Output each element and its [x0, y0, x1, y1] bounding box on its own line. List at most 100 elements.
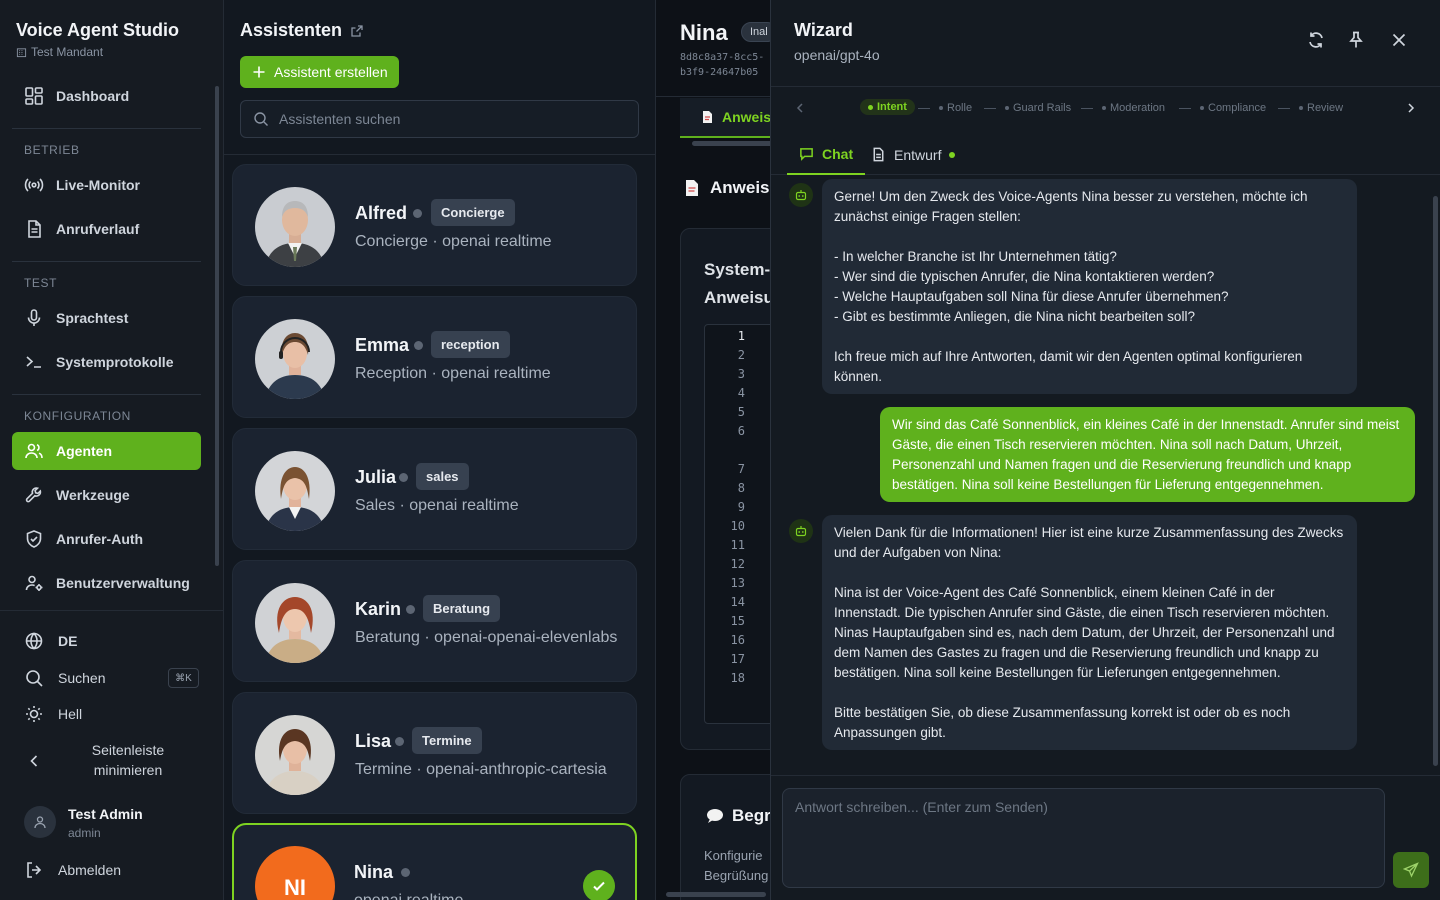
- search-icon: [26, 670, 43, 687]
- nav-dashboard[interactable]: Dashboard: [12, 77, 201, 115]
- step-guard-rails[interactable]: Guard Rails: [1005, 102, 1071, 114]
- divider: [771, 86, 1440, 87]
- step-review[interactable]: Review: [1299, 102, 1343, 114]
- status-dot: [401, 868, 410, 877]
- reply-input[interactable]: [783, 789, 1384, 887]
- chevron-right-icon[interactable]: [1404, 101, 1418, 115]
- detail-name: Nina: [680, 20, 728, 45]
- refresh-button[interactable]: [1306, 30, 1326, 50]
- assistant-badge: Concierge: [431, 199, 515, 226]
- status-dot: [395, 737, 404, 746]
- assistant-subtitle: Concierge · openai realtime: [355, 233, 552, 250]
- line-number: 4: [737, 386, 745, 400]
- assistant-card-emma[interactable]: Emma reception Reception · openai realti…: [232, 296, 637, 418]
- nav-anrufverlauf[interactable]: Anrufverlauf: [12, 210, 201, 248]
- divider: [771, 775, 1440, 776]
- send-button[interactable]: [1393, 852, 1429, 888]
- app-root: Voice Agent Studio Test Mandant Dashboar…: [0, 0, 1440, 900]
- logout-button[interactable]: Abmelden: [24, 860, 121, 880]
- assistant-subtitle: Termine · openai-anthropic-cartesia: [355, 761, 607, 778]
- nav-agenten-label: Agenten: [56, 443, 112, 459]
- line-number: 15: [730, 614, 745, 628]
- pin-button[interactable]: [1346, 30, 1366, 50]
- step-label: Moderation: [1110, 102, 1166, 114]
- nav-werkzeuge[interactable]: Werkzeuge: [12, 476, 201, 514]
- assistant-card-karin[interactable]: Karin Beratung Beratung · openai-openai-…: [232, 560, 637, 682]
- chevron-left-icon[interactable]: [793, 101, 807, 115]
- avatar: [255, 451, 335, 531]
- nav-systemprotokolle-label: Systemprotokolle: [56, 354, 174, 370]
- avatar: [255, 319, 335, 399]
- line-number: 6: [737, 424, 745, 438]
- create-assistant-button[interactable]: Assistent erstellen: [240, 56, 399, 88]
- broadcast-icon: [24, 178, 44, 192]
- system-prompt-title-line: System-: [704, 260, 770, 279]
- nav-benutzerverwaltung[interactable]: Benutzerverwaltung: [12, 564, 201, 602]
- assistant-search[interactable]: [240, 100, 639, 138]
- assistant-card-lisa[interactable]: Lisa Termine Termine · openai-anthropic-…: [232, 692, 637, 814]
- nav-systemprotokolle[interactable]: Systemprotokolle: [12, 343, 201, 381]
- tab-chat[interactable]: Chat: [787, 134, 866, 175]
- chat-message-bot: Vielen Dank für die Informationen! Hier …: [822, 515, 1357, 750]
- chat-scrollbar[interactable]: [1433, 196, 1438, 766]
- step-label: Review: [1307, 102, 1344, 114]
- list-title-text: Assistenten: [240, 20, 343, 40]
- detail-scrollbar[interactable]: [692, 141, 770, 146]
- divider: [656, 96, 770, 97]
- line-number: 2: [737, 348, 745, 362]
- search-button[interactable]: Suchen: [24, 668, 105, 688]
- section-betrieb: BETRIEB: [24, 143, 80, 157]
- system-prompt-editor[interactable]: 1 2 3 4 5 6 7 8 9 10 11 12 13 14 15 16 17 18: [704, 324, 770, 724]
- user-avatar[interactable]: [24, 806, 56, 838]
- assistant-card-nina[interactable]: NI Nina openai realtime: [232, 823, 637, 900]
- step-connector: [1179, 108, 1191, 109]
- step-connector: [1081, 108, 1093, 109]
- step-rolle[interactable]: Rolle: [939, 102, 972, 114]
- language-label: DE: [58, 633, 78, 649]
- logout-icon: [27, 862, 42, 878]
- assistant-search-input[interactable]: [279, 111, 619, 127]
- sidebar-scrollbar[interactable]: [215, 86, 219, 566]
- section-heading-text: Anweis: [710, 178, 770, 197]
- external-link-icon[interactable]: [350, 24, 364, 38]
- theme-toggle[interactable]: Hell: [24, 704, 82, 724]
- assistant-name: Nina: [354, 862, 394, 882]
- step-moderation[interactable]: Moderation: [1102, 102, 1165, 114]
- assistant-badge: Termine: [412, 727, 482, 754]
- chat-messages: Gerne! Um den Zweck des Voice-Agents Nin…: [771, 175, 1440, 775]
- chat-message-user: Wir sind das Café Sonnenblick, ein klein…: [880, 407, 1415, 502]
- tab-anweisungen[interactable]: Anweis: [680, 98, 770, 138]
- system-prompt-title-line: Anweisu: [704, 288, 770, 307]
- assistant-id: 8d8c8a37-8cc5- b3f9-24647b05: [680, 50, 764, 80]
- nav-agenten[interactable]: Agenten: [12, 432, 201, 470]
- detail-scrollbar-bottom[interactable]: [666, 892, 766, 897]
- robot-icon: [795, 526, 807, 537]
- assistant-subtitle: Beratung · openai-openai-elevenlabs: [355, 629, 618, 646]
- language-switch[interactable]: DE: [24, 631, 77, 651]
- nav-sprachtest-label: Sprachtest: [56, 310, 129, 326]
- search-label: Suchen: [58, 670, 106, 686]
- step-label: Compliance: [1208, 102, 1267, 114]
- assistant-card-julia[interactable]: Julia sales Sales · openai realtime: [232, 428, 637, 550]
- nav-sprachtest[interactable]: Sprachtest: [12, 299, 201, 337]
- collapse-sidebar-button[interactable]: Seitenleiste minimieren: [24, 740, 204, 782]
- user-icon: [34, 816, 46, 829]
- step-intent[interactable]: Intent: [860, 99, 915, 115]
- tab-entwurf[interactable]: Entwurf: [871, 134, 956, 175]
- assistant-badge: sales: [416, 463, 469, 490]
- create-assistant-label: Assistent erstellen: [274, 64, 388, 80]
- terminal-icon: [26, 356, 41, 368]
- line-number: 1: [737, 329, 745, 343]
- nav-live-monitor[interactable]: Live-Monitor: [12, 166, 201, 204]
- step-compliance[interactable]: Compliance: [1200, 102, 1266, 114]
- wrench-icon: [25, 487, 42, 503]
- close-button[interactable]: [1389, 30, 1409, 50]
- section-test: TEST: [24, 276, 58, 290]
- assistant-card-alfred[interactable]: Alfred Concierge Concierge · openai real…: [232, 164, 637, 286]
- wizard-model: openai/gpt-4o: [794, 47, 880, 63]
- wizard-title: Wizard: [794, 20, 853, 40]
- nav-anrufer-auth[interactable]: Anrufer-Auth: [12, 520, 201, 558]
- list-title: Assistenten: [240, 20, 364, 41]
- microphone-icon: [27, 309, 41, 326]
- assistant-list-panel: Assistenten Assistent erstellen Alfred C…: [224, 0, 876, 900]
